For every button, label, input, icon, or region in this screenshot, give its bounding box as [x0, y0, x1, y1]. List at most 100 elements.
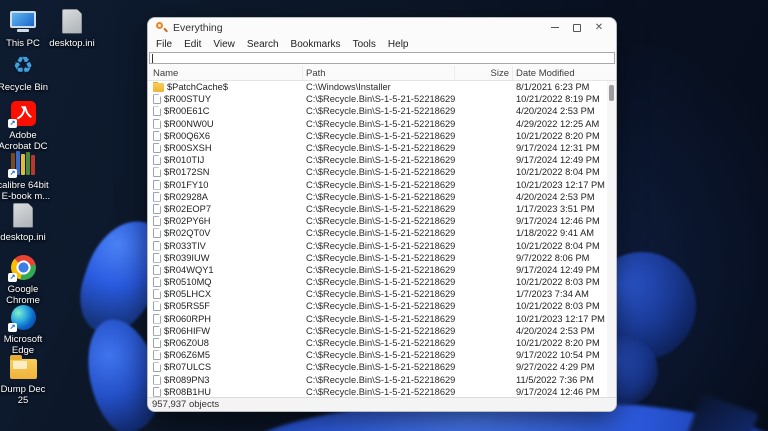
column-header-name[interactable]: Name — [148, 66, 303, 80]
table-row[interactable]: $R02PY6H C:\$Recycle.Bin\S-1-5-21-522186… — [148, 215, 607, 227]
status-bar: 957,937 objects — [148, 397, 616, 411]
date-modified-cell: 9/7/2022 8:06 PM — [516, 252, 590, 263]
date-modified-cell: 9/17/2024 12:49 PM — [516, 155, 600, 166]
menu-view[interactable]: View — [207, 39, 241, 50]
table-row[interactable]: $R08B1HU C:\$Recycle.Bin\S-1-5-21-522186… — [148, 386, 607, 397]
file-type-icon — [153, 264, 161, 275]
menu-tools[interactable]: Tools — [347, 39, 382, 50]
file-type-icon — [153, 82, 164, 92]
table-row[interactable]: $R06HIFW C:\$Recycle.Bin\S-1-5-21-522186… — [148, 325, 607, 337]
desktop-icon-label: Recycle Bin — [0, 82, 49, 93]
everything-window: Everything ✕ File Edit View Search Bookm… — [147, 17, 617, 412]
name-cell: $R089PN3 — [148, 374, 303, 385]
name-cell: $R02928A — [148, 191, 303, 202]
table-row[interactable]: $R06Z0U8 C:\$Recycle.Bin\S-1-5-21-522186… — [148, 337, 607, 349]
file-type-icon — [153, 143, 161, 154]
path-cell: C:\$Recycle.Bin\S-1-5-21-522186291-20652… — [306, 130, 455, 141]
maximize-button[interactable] — [566, 20, 588, 36]
vertical-scrollbar[interactable] — [607, 81, 616, 397]
search-input[interactable] — [149, 52, 615, 64]
menu-bookmarks[interactable]: Bookmarks — [285, 39, 347, 50]
path-cell: C:\$Recycle.Bin\S-1-5-21-522186291-20652… — [306, 179, 455, 190]
path-cell: C:\$Recycle.Bin\S-1-5-21-522186291-20652… — [306, 277, 455, 288]
file-type-icon — [153, 252, 161, 263]
name-cell: $R00Q6X6 — [148, 130, 303, 141]
table-row[interactable]: $R04WQY1 C:\$Recycle.Bin\S-1-5-21-522186… — [148, 264, 607, 276]
column-header-date-modified[interactable]: Date Modified — [513, 66, 607, 80]
table-row[interactable]: $R010TIJ C:\$Recycle.Bin\S-1-5-21-522186… — [148, 154, 607, 166]
table-row[interactable]: $R033TIV C:\$Recycle.Bin\S-1-5-21-522186… — [148, 239, 607, 251]
title-bar[interactable]: Everything ✕ — [148, 18, 616, 37]
menu-file[interactable]: File — [150, 39, 178, 50]
date-modified-cell: 1/7/2023 7:34 AM — [516, 289, 589, 300]
name-cell: $R00SXSH — [148, 143, 303, 154]
date-modified-cell: 9/17/2024 12:31 PM — [516, 143, 600, 154]
file-type-icon — [153, 167, 161, 178]
table-row[interactable]: $R05RS5F C:\$Recycle.Bin\S-1-5-21-522186… — [148, 300, 607, 312]
path-cell: C:\$Recycle.Bin\S-1-5-21-522186291-20652… — [306, 264, 455, 275]
date-modified-cell: 10/21/2022 8:20 PM — [516, 338, 600, 349]
minimize-icon — [551, 27, 559, 28]
table-row[interactable]: $R089PN3 C:\$Recycle.Bin\S-1-5-21-522186… — [148, 374, 607, 386]
desktop-icon-adobe-acrobat[interactable]: ↗ Adobe Acrobat DC — [0, 98, 52, 152]
table-row[interactable]: $R00STUY C:\$Recycle.Bin\S-1-5-21-522186… — [148, 93, 607, 105]
recycle-icon: ♻ — [12, 51, 34, 78]
file-type-icon — [153, 362, 161, 373]
text-caret — [152, 53, 153, 63]
date-modified-cell: 10/21/2022 8:04 PM — [516, 167, 600, 178]
table-row[interactable]: $R02928A C:\$Recycle.Bin\S-1-5-21-522186… — [148, 191, 607, 203]
folder-icon — [8, 352, 38, 382]
table-row[interactable]: $R039IUW C:\$Recycle.Bin\S-1-5-21-522186… — [148, 252, 607, 264]
desktop-icon-google-chrome[interactable]: ↗ Google Chrome — [0, 252, 52, 306]
shortcut-arrow-icon: ↗ — [8, 273, 17, 282]
table-row[interactable]: $R00E61C C:\$Recycle.Bin\S-1-5-21-522186… — [148, 105, 607, 117]
table-row[interactable]: $R01FY10 C:\$Recycle.Bin\S-1-5-21-522186… — [148, 179, 607, 191]
file-type-icon — [153, 228, 161, 239]
table-row[interactable]: $R00SXSH C:\$Recycle.Bin\S-1-5-21-522186… — [148, 142, 607, 154]
file-type-icon — [153, 216, 161, 227]
path-cell: C:\$Recycle.Bin\S-1-5-21-522186291-20652… — [306, 167, 455, 178]
desktop-icon-dump-dec-25[interactable]: Dump Dec 25 — [0, 352, 52, 406]
file-type-icon — [153, 313, 161, 324]
file-type-icon — [153, 338, 161, 349]
table-row[interactable]: $R07ULCS C:\$Recycle.Bin\S-1-5-21-522186… — [148, 361, 607, 373]
table-row[interactable]: $R00NW0U C:\$Recycle.Bin\S-1-5-21-522186… — [148, 118, 607, 130]
table-row[interactable]: $R05LHCX C:\$Recycle.Bin\S-1-5-21-522186… — [148, 288, 607, 300]
name-cell: $PatchCache$ — [148, 82, 303, 92]
close-button[interactable]: ✕ — [588, 20, 610, 36]
name-cell: $R02PY6H — [148, 216, 303, 227]
desktop-icon-desktop-ini-2[interactable]: desktop.ini — [0, 200, 52, 243]
name-cell: $R07ULCS — [148, 362, 303, 373]
date-modified-cell: 10/21/2022 8:03 PM — [516, 277, 600, 288]
path-cell: C:\$Recycle.Bin\S-1-5-21-522186291-20652… — [306, 338, 455, 349]
path-cell: C:\$Recycle.Bin\S-1-5-21-522186291-20652… — [306, 374, 455, 385]
path-cell: C:\$Recycle.Bin\S-1-5-21-522186291-20652… — [306, 203, 455, 214]
menu-search[interactable]: Search — [241, 39, 285, 50]
desktop-icon-desktop-ini[interactable]: desktop.ini — [43, 6, 101, 49]
minimize-button[interactable] — [544, 20, 566, 36]
desktop-icon-microsoft-edge[interactable]: ↗ Microsoft Edge — [0, 302, 52, 356]
table-row[interactable]: $R00Q6X6 C:\$Recycle.Bin\S-1-5-21-522186… — [148, 130, 607, 142]
scrollbar-thumb[interactable] — [609, 85, 614, 101]
menu-help[interactable]: Help — [382, 39, 415, 50]
desktop-icon-recycle-bin[interactable]: ♻ Recycle Bin — [0, 50, 52, 93]
menu-edit[interactable]: Edit — [178, 39, 207, 50]
name-cell: $R010TIJ — [148, 155, 303, 166]
path-cell: C:\$Recycle.Bin\S-1-5-21-522186291-20652… — [306, 143, 455, 154]
close-icon: ✕ — [594, 21, 604, 33]
table-row[interactable]: $R060RPH C:\$Recycle.Bin\S-1-5-21-522186… — [148, 313, 607, 325]
table-row[interactable]: $R06Z6M5 C:\$Recycle.Bin\S-1-5-21-522186… — [148, 349, 607, 361]
table-row[interactable]: $R0510MQ C:\$Recycle.Bin\S-1-5-21-522186… — [148, 276, 607, 288]
date-modified-cell: 10/21/2022 8:19 PM — [516, 94, 600, 105]
table-row[interactable]: $R02EOP7 C:\$Recycle.Bin\S-1-5-21-522186… — [148, 203, 607, 215]
column-header-path[interactable]: Path — [303, 66, 455, 80]
table-row[interactable]: $R02QT0V C:\$Recycle.Bin\S-1-5-21-522186… — [148, 227, 607, 239]
table-row[interactable]: $PatchCache$ C:\Windows\Installer 8/1/20… — [148, 81, 607, 93]
table-row[interactable]: $R0172SN C:\$Recycle.Bin\S-1-5-21-522186… — [148, 166, 607, 178]
name-cell: $R06Z6M5 — [148, 350, 303, 361]
column-header-size[interactable]: Size — [455, 66, 513, 80]
name-cell: $R08B1HU — [148, 386, 303, 397]
desktop-icon-calibre[interactable]: ↗ calibre 64bit - E-book m... — [0, 148, 52, 202]
date-modified-cell: 8/1/2021 6:23 PM — [516, 82, 590, 93]
name-cell: $R033TIV — [148, 240, 303, 251]
